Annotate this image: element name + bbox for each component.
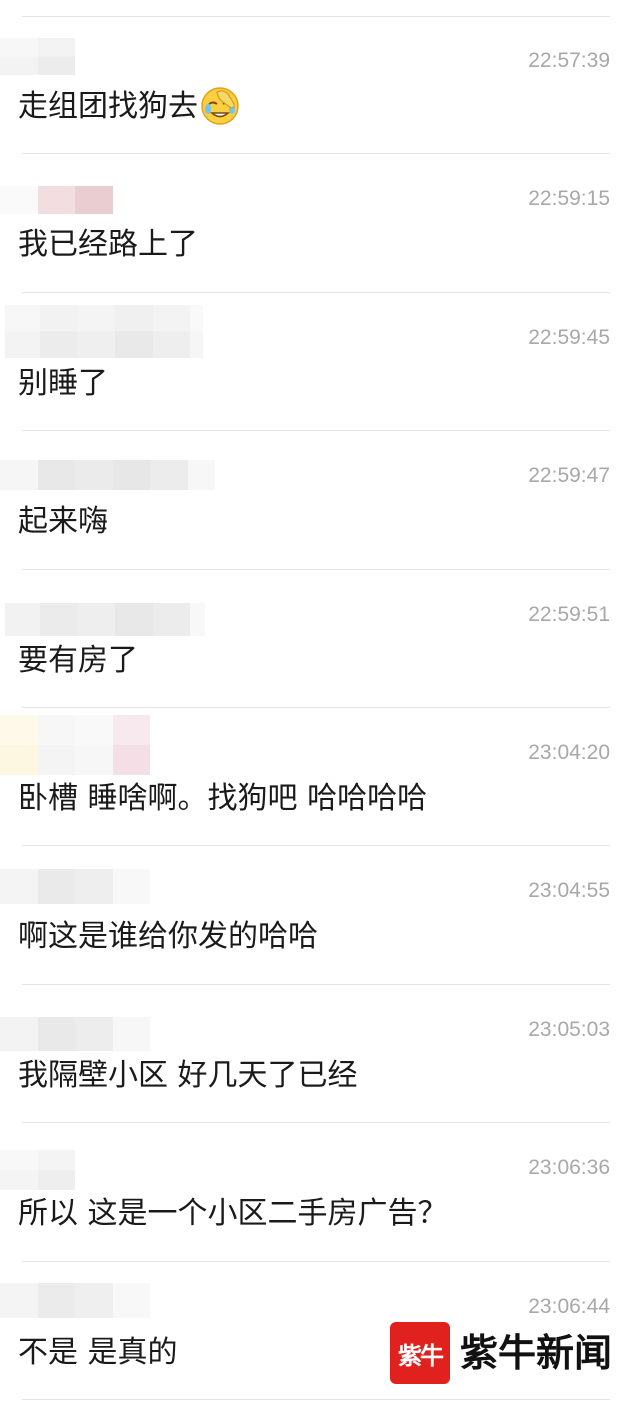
blurred-sender-name bbox=[0, 869, 150, 905]
chat-record-item[interactable]: 23:06:36 所以 这是一个小区二手房广告？ bbox=[0, 1123, 641, 1262]
chat-record-item[interactable]: 23:04:20 卧槽 睡啥啊。找狗吧 哈哈哈哈 bbox=[0, 708, 641, 847]
watermark-logo-text: 紫牛 bbox=[398, 1340, 444, 1370]
message-text: 我已经路上了 bbox=[18, 227, 198, 263]
chat-record-item[interactable]: 23:04:55 啊这是谁给你发的哈哈 bbox=[0, 846, 641, 986]
message-timestamp: 23:06:44 bbox=[528, 1294, 610, 1318]
blurred-sender-name bbox=[0, 1282, 150, 1318]
blurred-sender-name bbox=[0, 460, 215, 491]
blurred-sender-name bbox=[5, 304, 203, 358]
message-timestamp: 23:04:20 bbox=[528, 740, 610, 764]
message-text-content: 走组团找狗去 bbox=[18, 89, 198, 124]
message-text: 所以 这是一个小区二手房广告？ bbox=[18, 1196, 448, 1232]
blurred-sender-name bbox=[0, 186, 113, 215]
message-text: 卧槽 睡啥啊。找狗吧 哈哈哈哈 bbox=[18, 780, 428, 816]
message-text: 起来嗨 bbox=[18, 504, 108, 540]
watermark-name: 紫牛新闻 bbox=[460, 1330, 613, 1375]
blurred-sender-name bbox=[0, 1016, 150, 1051]
blurred-sender-name bbox=[5, 602, 205, 636]
watermark-logo: 紫牛 bbox=[390, 1322, 450, 1384]
chat-record-list[interactable]: 22:57:39 走组团找狗去 22:59:15 我已经路上了 22:59:45… bbox=[0, 16, 641, 1401]
chat-record-item[interactable]: 22:59:45 别睡了 bbox=[0, 293, 641, 432]
message-text: 我隔壁小区 好几天了已经 bbox=[18, 1057, 358, 1093]
message-timestamp: 23:05:03 bbox=[528, 1017, 610, 1041]
facepalm-emoji-icon bbox=[200, 86, 240, 126]
message-text: 走组团找狗去 bbox=[18, 86, 240, 126]
message-timestamp: 23:06:36 bbox=[528, 1156, 610, 1180]
message-timestamp: 22:59:51 bbox=[528, 602, 610, 626]
blurred-sender-name bbox=[0, 1150, 75, 1191]
watermark: 紫牛 紫牛新闻 bbox=[390, 1322, 612, 1384]
chat-record-item[interactable]: 22:57:39 走组团找狗去 bbox=[0, 16, 641, 155]
message-text: 别睡了 bbox=[18, 365, 108, 401]
message-timestamp: 22:59:45 bbox=[528, 325, 610, 349]
message-text: 不是 是真的 bbox=[18, 1334, 178, 1370]
message-text: 要有房了 bbox=[18, 642, 138, 678]
message-timestamp: 22:59:47 bbox=[528, 464, 610, 488]
message-timestamp: 22:57:39 bbox=[528, 49, 610, 72]
blurred-sender-name bbox=[0, 714, 150, 775]
chat-record-item[interactable]: 23:05:03 我隔壁小区 好几天了已经 bbox=[0, 985, 641, 1124]
message-timestamp: 22:59:15 bbox=[528, 187, 610, 211]
chat-record-item[interactable]: 22:59:51 要有房了 bbox=[0, 570, 641, 709]
chat-record-item[interactable]: 22:59:47 起来嗨 bbox=[0, 431, 641, 570]
chat-record-item[interactable]: 22:59:15 我已经路上了 bbox=[0, 154, 641, 294]
message-text: 啊这是谁给你发的哈哈 bbox=[18, 919, 318, 955]
message-timestamp: 23:04:55 bbox=[528, 879, 610, 903]
blurred-sender-name bbox=[0, 38, 75, 75]
